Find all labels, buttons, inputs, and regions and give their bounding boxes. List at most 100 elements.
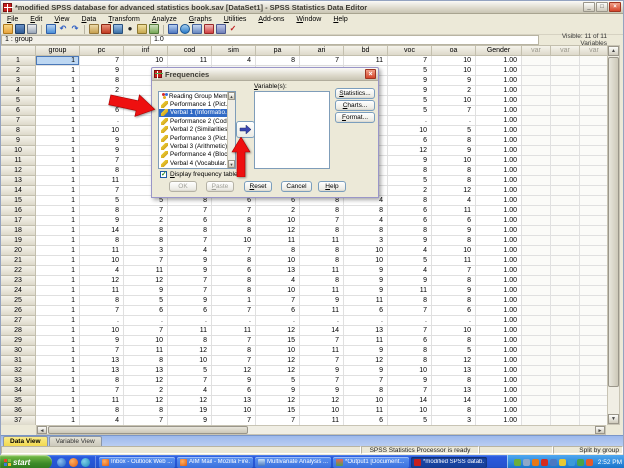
cell[interactable]: 1 bbox=[36, 366, 80, 376]
cell[interactable]: 1.00 bbox=[476, 126, 522, 136]
cell[interactable]: 6 bbox=[344, 416, 388, 425]
column-header-ari[interactable]: ari bbox=[300, 45, 344, 56]
cell[interactable]: 1 bbox=[36, 376, 80, 386]
cell-empty[interactable] bbox=[522, 396, 551, 406]
cell[interactable]: 10 bbox=[300, 406, 344, 416]
cell[interactable]: 9 bbox=[388, 236, 432, 246]
cell[interactable]: 4 bbox=[388, 246, 432, 256]
variable-list-item[interactable]: Performance 3 (Pict... bbox=[159, 134, 228, 142]
cell-empty[interactable] bbox=[522, 66, 551, 76]
list-scroll-up-icon[interactable]: ▲ bbox=[228, 92, 235, 100]
cell-empty[interactable] bbox=[551, 256, 580, 266]
cell[interactable]: 1 bbox=[36, 296, 80, 306]
cell[interactable]: 7 bbox=[124, 206, 168, 216]
cell-empty[interactable] bbox=[580, 356, 609, 366]
cell[interactable]: 12 bbox=[256, 356, 300, 366]
cell-empty[interactable] bbox=[522, 76, 551, 86]
cell[interactable]: 1 bbox=[36, 156, 80, 166]
cell-empty[interactable] bbox=[580, 296, 609, 306]
cell-empty[interactable] bbox=[580, 236, 609, 246]
cell[interactable]: . bbox=[432, 116, 476, 126]
cell[interactable]: 1 bbox=[36, 306, 80, 316]
cell[interactable]: 7 bbox=[80, 386, 124, 396]
antivirus-icon[interactable] bbox=[514, 459, 521, 466]
volume-icon[interactable] bbox=[568, 459, 575, 466]
cell-empty[interactable] bbox=[580, 246, 609, 256]
cell-empty[interactable] bbox=[522, 356, 551, 366]
format-button[interactable]: Format... bbox=[335, 112, 375, 123]
cell[interactable]: 8 bbox=[300, 226, 344, 236]
cell[interactable]: 7 bbox=[168, 376, 212, 386]
cell[interactable]: 7 bbox=[300, 336, 344, 346]
cell-empty[interactable] bbox=[580, 376, 609, 386]
cell[interactable]: 7 bbox=[212, 206, 256, 216]
cell[interactable]: 1.00 bbox=[476, 396, 522, 406]
battery-icon[interactable] bbox=[586, 459, 593, 466]
open-data-icon[interactable] bbox=[3, 24, 13, 34]
cell[interactable]: 8 bbox=[388, 196, 432, 206]
cell[interactable]: 13 bbox=[344, 326, 388, 336]
menu-item-add-ons[interactable]: Add-ons bbox=[252, 16, 290, 23]
cell[interactable]: 10 bbox=[212, 236, 256, 246]
cell[interactable]: 4 bbox=[388, 266, 432, 276]
cell-empty[interactable] bbox=[522, 96, 551, 106]
row-number[interactable]: 10 bbox=[1, 146, 36, 156]
cell[interactable]: 5 bbox=[388, 256, 432, 266]
cell-empty[interactable] bbox=[580, 326, 609, 336]
cell[interactable]: 2 bbox=[124, 386, 168, 396]
cell[interactable]: 7 bbox=[388, 56, 432, 66]
cell[interactable]: 8 bbox=[432, 276, 476, 286]
cell[interactable]: 1 bbox=[36, 256, 80, 266]
cell[interactable]: 3 bbox=[432, 416, 476, 425]
cell-empty[interactable] bbox=[551, 326, 580, 336]
cell[interactable]: 1 bbox=[36, 346, 80, 356]
cell[interactable]: . bbox=[388, 116, 432, 126]
cell[interactable]: 12 bbox=[300, 396, 344, 406]
cell[interactable]: 2 bbox=[432, 86, 476, 96]
cell-empty[interactable] bbox=[551, 386, 580, 396]
cell[interactable]: . bbox=[212, 316, 256, 326]
cell-empty[interactable] bbox=[551, 266, 580, 276]
cell[interactable]: 1 bbox=[36, 316, 80, 326]
horizontal-scrollbar[interactable]: ◄ ► bbox=[36, 425, 606, 435]
cell[interactable]: 9 bbox=[344, 286, 388, 296]
cell[interactable]: 9 bbox=[388, 276, 432, 286]
cell[interactable]: 8 bbox=[432, 166, 476, 176]
cell-empty[interactable] bbox=[551, 246, 580, 256]
cell[interactable]: 4 bbox=[80, 266, 124, 276]
cell[interactable]: 1.00 bbox=[476, 406, 522, 416]
cell[interactable]: 7 bbox=[344, 376, 388, 386]
cell[interactable]: 6 bbox=[388, 216, 432, 226]
cell[interactable]: 6 bbox=[168, 216, 212, 226]
column-header-pc[interactable]: pc bbox=[80, 45, 124, 56]
cell-empty[interactable] bbox=[580, 76, 609, 86]
cell[interactable]: 1 bbox=[36, 56, 80, 66]
cell[interactable]: 2 bbox=[124, 216, 168, 226]
cell[interactable]: 8 bbox=[124, 406, 168, 416]
cell[interactable]: 9 bbox=[388, 86, 432, 96]
cell[interactable]: 2 bbox=[388, 186, 432, 196]
vertical-scrollbar[interactable]: ▲ ▼ bbox=[607, 45, 620, 425]
cell-empty[interactable] bbox=[580, 146, 609, 156]
cell[interactable]: 10 bbox=[344, 396, 388, 406]
cell[interactable]: 12 bbox=[168, 396, 212, 406]
menu-item-graphs[interactable]: Graphs bbox=[183, 16, 218, 23]
cell-empty[interactable] bbox=[522, 296, 551, 306]
cell[interactable]: 9 bbox=[432, 146, 476, 156]
cell-empty[interactable] bbox=[522, 306, 551, 316]
cell-empty[interactable] bbox=[522, 196, 551, 206]
cell-empty[interactable] bbox=[522, 156, 551, 166]
column-header-oa[interactable]: oa bbox=[432, 45, 476, 56]
spellcheck-icon[interactable]: ✓ bbox=[228, 24, 238, 34]
cell[interactable]: 5 bbox=[388, 176, 432, 186]
cell[interactable]: 1 bbox=[36, 206, 80, 216]
cell[interactable]: 1.00 bbox=[476, 366, 522, 376]
cell[interactable]: 1 bbox=[36, 276, 80, 286]
cell[interactable]: 1 bbox=[36, 126, 80, 136]
redo-icon[interactable]: ↷ bbox=[70, 24, 80, 34]
cell[interactable]: 14 bbox=[388, 396, 432, 406]
row-number[interactable]: 11 bbox=[1, 156, 36, 166]
cell[interactable]: 1.00 bbox=[476, 286, 522, 296]
cell-empty[interactable] bbox=[551, 276, 580, 286]
row-number[interactable]: 28 bbox=[1, 326, 36, 336]
